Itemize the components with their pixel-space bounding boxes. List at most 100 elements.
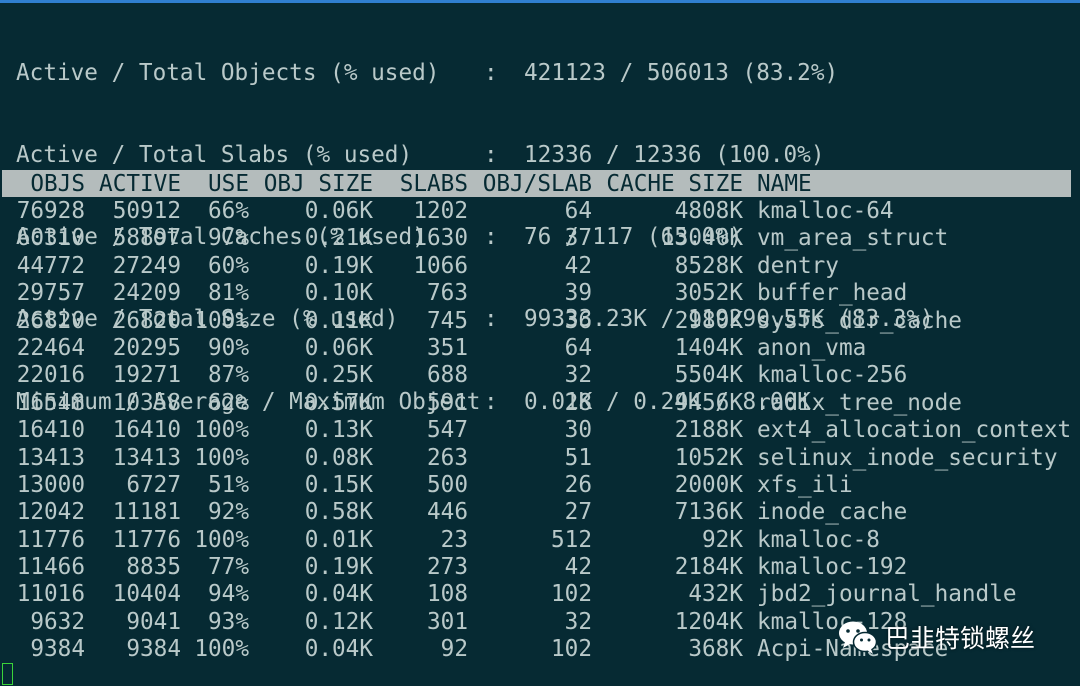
summary-value: 12336 / 12336 (100.0%): [524, 142, 825, 169]
cell-obj-per-slab: 64: [564, 198, 592, 224]
table-row: 16410 16410 100% 0.13K 547 30 2188K ext4_alloca…: [0, 417, 1080, 444]
column-header-name[interactable]: NAME: [757, 170, 812, 198]
cell-obj-size: 0.13K: [304, 417, 373, 444]
cell-name: selinux_inode_security: [757, 444, 1058, 471]
cell-obj-per-slab: 42: [564, 252, 592, 279]
cell-objs: 11466: [16, 554, 85, 581]
cell-objs: 11016: [16, 581, 85, 608]
table-row: 11776 11776 100% 0.01K 23 512 92K kmalloc-8: [0, 527, 1080, 554]
column-header-obj-size[interactable]: OBJ SIZE: [264, 170, 373, 198]
cell-active: 27249: [112, 252, 181, 279]
table-row: 22464 20295 90% 0.06K 351 64 1404K anon_vma: [0, 335, 1080, 362]
table-row: 11016 10404 94% 0.04K 108 102 432K jbd2_journal…: [0, 581, 1080, 608]
table-row: 29757 24209 81% 0.10K 763 39 3052K buffer_head: [0, 280, 1080, 307]
cell-obj-per-slab: 64: [564, 334, 592, 361]
cell-slabs: 500: [427, 471, 468, 498]
cell-objs: 16548: [16, 389, 85, 416]
cell-cache-size: 3052K: [674, 280, 743, 307]
cell-name: kmalloc-64: [757, 198, 894, 224]
cell-obj-size: 0.08K: [304, 444, 373, 471]
cell-cache-size: 2188K: [674, 417, 743, 444]
summary-row-objects: Active / Total Objects (% used):421123 /…: [16, 60, 934, 87]
summary-separator: :: [484, 59, 498, 86]
cell-obj-size: 0.04K: [304, 636, 373, 663]
cell-cache-size: 9456K: [674, 389, 743, 416]
cell-active: 50912: [112, 198, 181, 224]
cell-obj-size: 0.21K: [304, 225, 373, 252]
cell-name: ext4_allocation_context: [757, 417, 1072, 444]
cell-objs: 22464: [16, 334, 85, 361]
cell-active: 24209: [112, 280, 181, 307]
slab-table: 76928 50912 66% 0.06K 1202 64 4808K kmalloc-64 6…: [0, 198, 1080, 664]
column-header-active[interactable]: ACTIVE: [99, 170, 181, 198]
table-header: OBJS ACTIVE USE OBJ SIZE SLABS OBJ/SLAB …: [2, 170, 1071, 197]
cell-slabs: 745: [427, 307, 468, 334]
column-header-cache-size[interactable]: CACHE SIZE: [606, 170, 743, 198]
cell-obj-size: 0.04K: [304, 581, 373, 608]
cell-obj-size: 0.57K: [304, 389, 373, 416]
cell-active: 10358: [112, 389, 181, 416]
cell-use: 100%: [194, 526, 249, 553]
cell-use: 66%: [208, 198, 249, 224]
cell-slabs: 547: [427, 417, 468, 444]
cell-slabs: 301: [427, 608, 468, 635]
cell-cache-size: 368K: [688, 636, 743, 663]
cell-slabs: 1202: [413, 198, 468, 224]
cell-use: 100%: [194, 444, 249, 471]
cell-objs: 11776: [16, 526, 85, 553]
cell-slabs: 108: [427, 581, 468, 608]
cell-active: 20295: [112, 334, 181, 361]
cell-active: 8835: [126, 554, 181, 581]
cell-obj-size: 0.15K: [304, 471, 373, 498]
cell-obj-per-slab: 32: [564, 608, 592, 635]
cell-slabs: 23: [440, 526, 468, 553]
cell-use: 94%: [208, 581, 249, 608]
cell-slabs: 1066: [413, 252, 468, 279]
cell-name: radix_tree_node: [757, 389, 962, 416]
cell-objs: 60310: [16, 225, 85, 252]
cell-objs: 76928: [16, 198, 85, 224]
table-row: 13413 13413 100% 0.08K 263 51 1052K selinux_ino…: [0, 445, 1080, 472]
column-header-obj-per-slab[interactable]: OBJ/SLAB: [483, 170, 592, 198]
summary-label: Active / Total Slabs (% used): [16, 142, 413, 169]
header-row: OBJS ACTIVE USE OBJ SIZE SLABS OBJ/SLAB …: [2, 170, 1071, 197]
column-header-slabs[interactable]: SLABS: [400, 170, 468, 198]
cell-cache-size: 5504K: [674, 362, 743, 389]
cell-active: 58897: [112, 225, 181, 252]
cell-use: 100%: [194, 307, 249, 334]
cell-use: 87%: [208, 362, 249, 389]
table-row: 16548 10358 62% 0.57K 591 28 9456K radix_tree_n…: [0, 390, 1080, 417]
cell-use: 93%: [208, 608, 249, 635]
cell-use: 81%: [208, 280, 249, 307]
cell-cache-size: 2980K: [674, 307, 743, 334]
summary-separator: :: [484, 142, 498, 169]
column-header-use[interactable]: USE: [208, 170, 249, 198]
cell-active: 19271: [112, 362, 181, 389]
cell-cache-size: 432K: [688, 581, 743, 608]
watermark-text: 巴韭特锁螺丝: [885, 624, 1036, 653]
cell-cache-size: 92K: [702, 526, 743, 553]
cell-cache-size: 2184K: [674, 554, 743, 581]
cell-active: 16410: [112, 417, 181, 444]
cell-cache-size: 13040K: [661, 225, 743, 252]
cell-name: buffer_head: [757, 280, 908, 307]
cell-obj-size: 0.19K: [304, 554, 373, 581]
cell-cache-size: 8528K: [674, 252, 743, 279]
cell-name: anon_vma: [757, 334, 867, 361]
cell-objs: 12042: [16, 499, 85, 526]
cell-use: 97%: [208, 225, 249, 252]
summary-value: 421123 / 506013 (83.2%): [524, 59, 839, 86]
cell-use: 90%: [208, 334, 249, 361]
cell-obj-per-slab: 42: [564, 554, 592, 581]
cell-cache-size: 1204K: [674, 608, 743, 635]
table-row: 26820 26820 100% 0.11K 745 36 2980K sysfs_dir_c…: [0, 308, 1080, 335]
cell-objs: 29757: [16, 280, 85, 307]
column-header-objs[interactable]: OBJS: [30, 170, 85, 198]
cell-name: inode_cache: [757, 499, 908, 526]
cell-obj-per-slab: 36: [564, 307, 592, 334]
table-row: 76928 50912 66% 0.06K 1202 64 4808K kmalloc-64: [0, 198, 1080, 225]
cell-use: 62%: [208, 389, 249, 416]
cell-obj-per-slab: 32: [564, 362, 592, 389]
cell-slabs: 1630: [413, 225, 468, 252]
cell-objs: 13413: [16, 444, 85, 471]
